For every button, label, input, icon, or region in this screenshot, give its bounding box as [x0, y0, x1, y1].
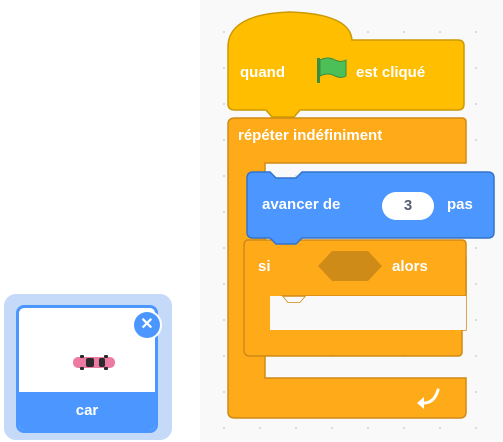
steps-input[interactable]: 3 [382, 192, 434, 220]
move-label-after: pas [447, 196, 473, 213]
car-icon [73, 355, 115, 370]
forever-label: répéter indéfiniment [238, 127, 383, 144]
sprite-name: car [19, 392, 155, 430]
move-label-before: avancer de [262, 196, 341, 213]
hat-label-when: quand [240, 64, 285, 81]
then-label: alors [392, 258, 428, 275]
if-label: si [258, 258, 271, 275]
if-empty-slot [270, 296, 466, 330]
hat-label-clicked: est cliqué [356, 64, 426, 81]
close-icon[interactable]: ✕ [134, 312, 160, 338]
